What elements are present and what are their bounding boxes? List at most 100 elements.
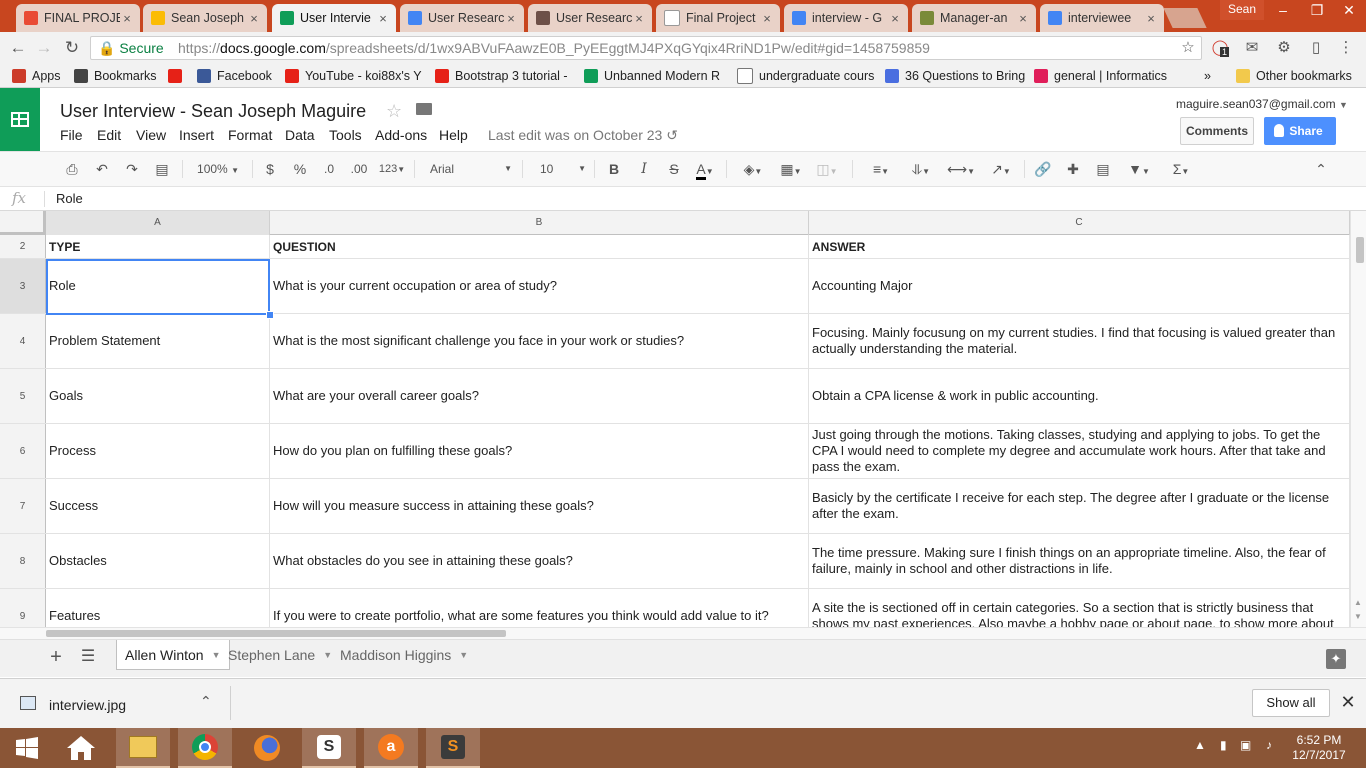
minimize-icon[interactable]: – bbox=[1266, 0, 1300, 20]
volume-icon[interactable]: ♪ bbox=[1266, 738, 1272, 752]
increase-decimal-button[interactable]: .00 bbox=[346, 157, 372, 181]
more-formats-button[interactable]: 123▼ bbox=[376, 157, 408, 181]
bookmark-item[interactable]: undergraduate cours bbox=[737, 66, 874, 86]
zoom-select[interactable]: 100% ▼ bbox=[190, 157, 246, 181]
menu-data[interactable]: Data bbox=[285, 126, 315, 144]
font-family-select[interactable]: Arial ▼ bbox=[422, 157, 514, 181]
bookmark-item[interactable]: YouTube - koi88x's Y bbox=[285, 66, 422, 86]
explore-icon[interactable]: ✦ bbox=[1326, 649, 1346, 669]
slack-icon[interactable]: S bbox=[302, 728, 356, 768]
formula-input[interactable]: Role bbox=[56, 191, 83, 206]
fill-handle[interactable] bbox=[266, 311, 274, 319]
table-cell[interactable]: A site the is sectioned off in certain c… bbox=[809, 589, 1350, 627]
insert-chart-icon[interactable]: ▤ bbox=[1092, 157, 1114, 181]
share-button[interactable]: Share bbox=[1264, 117, 1336, 145]
column-header-b[interactable]: B bbox=[270, 211, 809, 235]
close-icon[interactable]: ✕ bbox=[1338, 692, 1358, 713]
add-sheet-icon[interactable]: + bbox=[46, 647, 66, 667]
select-all-corner[interactable] bbox=[0, 211, 46, 235]
paint-format-icon[interactable]: ▤ bbox=[152, 157, 172, 181]
star-icon[interactable]: ☆ bbox=[386, 99, 402, 123]
browser-tab[interactable]: Final Project × bbox=[656, 4, 780, 32]
horizontal-align-icon[interactable]: ≡▼ bbox=[864, 157, 898, 181]
fill-color-icon[interactable]: ◈▼ bbox=[736, 157, 770, 181]
table-cell[interactable]: How will you measure success in attainin… bbox=[270, 479, 809, 533]
profile-button[interactable]: Sean bbox=[1220, 0, 1264, 20]
table-cell[interactable]: Accounting Major bbox=[809, 259, 1350, 313]
browser-tab[interactable]: Manager-an × bbox=[912, 4, 1036, 32]
menu-help[interactable]: Help bbox=[439, 126, 468, 144]
menu-addons[interactable]: Add-ons bbox=[375, 126, 427, 144]
row-header[interactable]: 6 bbox=[0, 424, 46, 478]
firefox-icon[interactable] bbox=[240, 728, 294, 768]
scroll-down-icon[interactable]: ▼ bbox=[1354, 612, 1362, 621]
url-text[interactable]: https://docs.google.com/spreadsheets/d/1… bbox=[178, 38, 930, 58]
bookmark-item[interactable]: Bookmarks bbox=[74, 66, 157, 86]
currency-format-button[interactable]: $ bbox=[260, 157, 280, 181]
secure-indicator[interactable]: 🔒 Secure bbox=[98, 38, 164, 58]
table-cell[interactable]: How do you plan on fulfilling these goal… bbox=[270, 424, 809, 478]
chevron-down-icon[interactable]: ▼ bbox=[323, 641, 332, 669]
browser-tab[interactable]: User Researc × bbox=[528, 4, 652, 32]
window-close-icon[interactable]: ✕ bbox=[1332, 0, 1366, 20]
table-cell[interactable]: Goals bbox=[46, 369, 270, 423]
menu-tools[interactable]: Tools bbox=[329, 126, 362, 144]
bookmark-item[interactable]: 36 Questions to Bring bbox=[885, 66, 1025, 86]
back-icon[interactable]: ← bbox=[8, 38, 28, 58]
bookmark-item[interactable]: Unbanned Modern R bbox=[584, 66, 720, 86]
scroll-up-icon[interactable]: ▲ bbox=[1354, 598, 1362, 607]
strikethrough-button[interactable]: S bbox=[664, 157, 684, 181]
row-header[interactable]: 7 bbox=[0, 479, 46, 533]
chrome-icon[interactable] bbox=[178, 728, 232, 768]
row-header[interactable]: 2 bbox=[0, 235, 46, 258]
functions-icon[interactable]: Σ▼ bbox=[1164, 157, 1198, 181]
avast-icon[interactable]: a bbox=[364, 728, 418, 768]
download-filename[interactable]: interview.jpg bbox=[49, 697, 126, 713]
bookmarks-more-button[interactable]: » bbox=[1204, 66, 1211, 86]
show-hidden-icons[interactable]: ▲ bbox=[1194, 738, 1206, 752]
table-cell[interactable]: ANSWER bbox=[809, 235, 1350, 258]
table-cell[interactable]: Obstacles bbox=[46, 534, 270, 588]
battery-icon[interactable]: ▮ bbox=[1220, 738, 1227, 752]
horizontal-scrollbar-thumb[interactable] bbox=[46, 630, 506, 637]
vertical-align-icon[interactable]: ⥥▼ bbox=[904, 157, 938, 181]
font-size-select[interactable]: 10 ▼ bbox=[530, 157, 588, 181]
percent-format-button[interactable]: % bbox=[290, 157, 310, 181]
table-cell[interactable]: What are your overall career goals? bbox=[270, 369, 809, 423]
sheet-tab[interactable]: Stephen Lane ▼ bbox=[220, 640, 340, 670]
tab-close-icon[interactable]: × bbox=[888, 11, 902, 26]
table-cell[interactable]: Success bbox=[46, 479, 270, 533]
menu-insert[interactable]: Insert bbox=[179, 126, 214, 144]
reload-icon[interactable]: ↻ bbox=[62, 38, 82, 58]
opera-extension-icon[interactable]: ◯1 bbox=[1210, 38, 1230, 58]
row-header[interactable]: 4 bbox=[0, 314, 46, 368]
tab-close-icon[interactable]: × bbox=[760, 11, 774, 26]
windows-start-icon[interactable] bbox=[0, 728, 54, 768]
tab-close-icon[interactable]: × bbox=[247, 11, 261, 26]
bookmark-item[interactable]: Bootstrap 3 tutorial - bbox=[435, 66, 568, 86]
table-cell[interactable]: Just going through the motions. Taking c… bbox=[809, 424, 1350, 478]
account-email[interactable]: maguire.sean037@gmail.com ▼ bbox=[1176, 97, 1348, 111]
menu-view[interactable]: View bbox=[136, 126, 166, 144]
network-icon[interactable]: ▣ bbox=[1240, 738, 1251, 752]
print-icon[interactable]: ⎙ bbox=[62, 157, 82, 181]
row-header[interactable]: 5 bbox=[0, 369, 46, 423]
filter-icon[interactable]: ▼▼ bbox=[1122, 157, 1156, 181]
redo-icon[interactable]: ↷ bbox=[122, 157, 142, 181]
other-bookmarks-folder[interactable]: Other bookmarks bbox=[1236, 66, 1352, 86]
spreadsheet-grid[interactable]: A B C 2 TYPE QUESTION ANSWER 3 Role What is yo… bbox=[0, 211, 1350, 627]
show-all-button[interactable]: Show all bbox=[1252, 689, 1330, 717]
table-cell[interactable]: Problem Statement bbox=[46, 314, 270, 368]
document-title[interactable]: User Interview - Sean Joseph Maguire bbox=[60, 99, 366, 123]
text-wrap-icon[interactable]: ⟷▼ bbox=[944, 157, 978, 181]
table-cell[interactable]: QUESTION bbox=[270, 235, 809, 258]
table-cell[interactable]: Features bbox=[46, 589, 270, 627]
row-header[interactable]: 3 bbox=[0, 259, 46, 313]
merge-cells-icon[interactable]: ◫▼ bbox=[812, 157, 842, 181]
decrease-decimal-button[interactable]: .0 bbox=[318, 157, 340, 181]
text-color-button[interactable]: A▼ bbox=[690, 157, 720, 181]
menu-format[interactable]: Format bbox=[228, 126, 272, 144]
vertical-scrollbar-thumb[interactable] bbox=[1356, 237, 1364, 263]
last-edit-link[interactable]: Last edit was on October 23 ↺ bbox=[488, 126, 678, 144]
tab-close-icon[interactable]: × bbox=[120, 11, 134, 26]
